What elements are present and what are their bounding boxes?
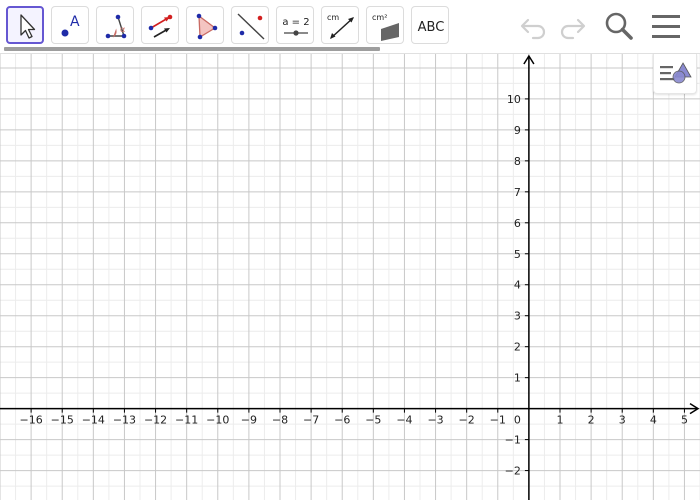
search-button[interactable] <box>601 8 637 44</box>
x-tick-label: 1 <box>557 414 564 427</box>
y-tick-label: 7 <box>514 186 521 199</box>
toolbar-scrollbar[interactable] <box>4 47 380 51</box>
line-tool-button[interactable] <box>231 6 269 44</box>
y-tick-label: 10 <box>507 93 521 106</box>
x-tick-label: −2 <box>459 414 475 427</box>
tick-labels: −16 −15 −14 −13 −12 −11 −10 −9 −8 −7 −6 −5 −4 −3 −2 −1 1… <box>20 93 688 478</box>
search-icon <box>605 12 633 40</box>
x-tick-label: −6 <box>334 414 350 427</box>
area-tool-label: cm² <box>372 13 387 22</box>
distance-tool-label: cm <box>327 13 339 22</box>
point-tool-button[interactable]: A <box>51 6 89 44</box>
move-arrow-icon <box>20 14 36 39</box>
polygon-icon <box>196 13 218 40</box>
y-tick-label: 4 <box>514 279 521 292</box>
distance-tool-button[interactable]: cm <box>321 6 359 44</box>
y-tick-label: 3 <box>514 310 521 323</box>
x-tick-label: 5 <box>681 414 688 427</box>
y-tick-label: 1 <box>514 372 521 385</box>
x-tick-label: −1 <box>490 414 506 427</box>
y-tick-label: 5 <box>514 248 521 261</box>
x-tick-label: −5 <box>365 414 381 427</box>
x-tick-label: −13 <box>113 414 136 427</box>
angle-tool-button[interactable]: α <box>96 6 134 44</box>
redo-button[interactable] <box>554 8 590 44</box>
slider-tool-label: a = 2 <box>282 17 309 28</box>
y-tick-label: 2 <box>514 341 521 354</box>
redo-icon <box>560 18 586 40</box>
x-tick-label: −4 <box>396 414 412 427</box>
origin-label: 0 <box>514 414 521 427</box>
x-tick-label: −7 <box>303 414 319 427</box>
move-tool-button[interactable] <box>6 6 44 44</box>
point-icon: A <box>61 14 80 37</box>
angle-tool-label: α <box>120 25 125 34</box>
x-tick-label: 4 <box>650 414 657 427</box>
text-tool-icon: ABC <box>418 20 445 35</box>
x-tick-label: −9 <box>241 414 257 427</box>
y-tick-label: 6 <box>514 217 521 230</box>
x-tick-label: −12 <box>144 414 167 427</box>
vector-icon <box>148 14 173 38</box>
toolbar: A α a = 2 cm cm² ABC <box>0 0 700 53</box>
area-tool-button[interactable]: cm² <box>366 6 404 44</box>
x-tick-label: −11 <box>175 414 198 427</box>
x-tick-label: −10 <box>206 414 229 427</box>
undo-button[interactable] <box>516 8 552 44</box>
line-icon <box>237 13 265 40</box>
y-tick-label: −1 <box>505 434 521 447</box>
undo-icon <box>520 18 546 40</box>
y-tick-label: 8 <box>514 155 521 168</box>
y-tick-label: −2 <box>505 465 521 478</box>
polygon-tool-button[interactable] <box>186 6 224 44</box>
coordinate-grid[interactable]: −16 −15 −14 −13 −12 −11 −10 −9 −8 −7 −6 −5 −4 −3 −2 −1 1… <box>0 54 700 500</box>
text-tool-label: ABC <box>418 20 445 35</box>
area-icon: cm² <box>372 13 399 41</box>
grid-minor-lines <box>0 54 700 500</box>
point-tool-label: A <box>70 14 80 30</box>
vector-tool-button[interactable] <box>141 6 179 44</box>
graphics-view[interactable]: −16 −15 −14 −13 −12 −11 −10 −9 −8 −7 −6 −5 −4 −3 −2 −1 1… <box>0 54 700 500</box>
x-tick-label: −3 <box>427 414 443 427</box>
y-tick-label: 9 <box>514 124 521 137</box>
x-tick-label: 3 <box>619 414 626 427</box>
x-tick-label: −14 <box>82 414 105 427</box>
grid-major-lines <box>0 54 700 500</box>
menu-icon <box>652 15 680 38</box>
slider-icon: a = 2 <box>282 17 310 36</box>
distance-icon: cm <box>327 13 354 39</box>
x-tick-label: −15 <box>51 414 74 427</box>
x-tick-label: −8 <box>272 414 288 427</box>
angle-icon: α <box>105 14 127 39</box>
x-tick-label: 2 <box>588 414 595 427</box>
style-bar-icon <box>660 62 692 84</box>
style-bar-toggle-button[interactable] <box>653 54 697 94</box>
x-tick-label: −16 <box>20 414 43 427</box>
slider-tool-button[interactable]: a = 2 <box>276 6 314 44</box>
axes <box>0 54 700 500</box>
text-tool-button[interactable]: ABC <box>411 6 449 44</box>
menu-button[interactable] <box>648 8 684 44</box>
